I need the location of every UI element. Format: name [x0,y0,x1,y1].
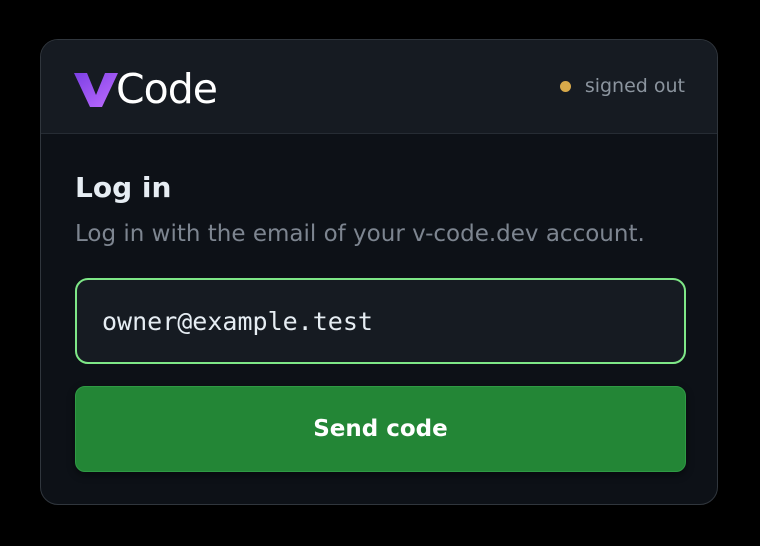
email-input[interactable] [75,278,686,364]
vcode-logo: Code [74,65,218,113]
login-subtitle: Log in with the email of your v-code.dev… [75,221,645,247]
send-code-button[interactable]: Send code [75,386,686,472]
auth-status: signed out [559,75,685,97]
page-title: Log in [75,171,172,204]
login-card: Code signed out Log in Log in with the e… [40,39,718,505]
card-header: Code signed out [41,40,717,134]
v-logo-icon [74,73,118,107]
status-dot-icon [559,80,571,92]
logo-text: Code [116,65,218,113]
status-label: signed out [584,75,685,97]
